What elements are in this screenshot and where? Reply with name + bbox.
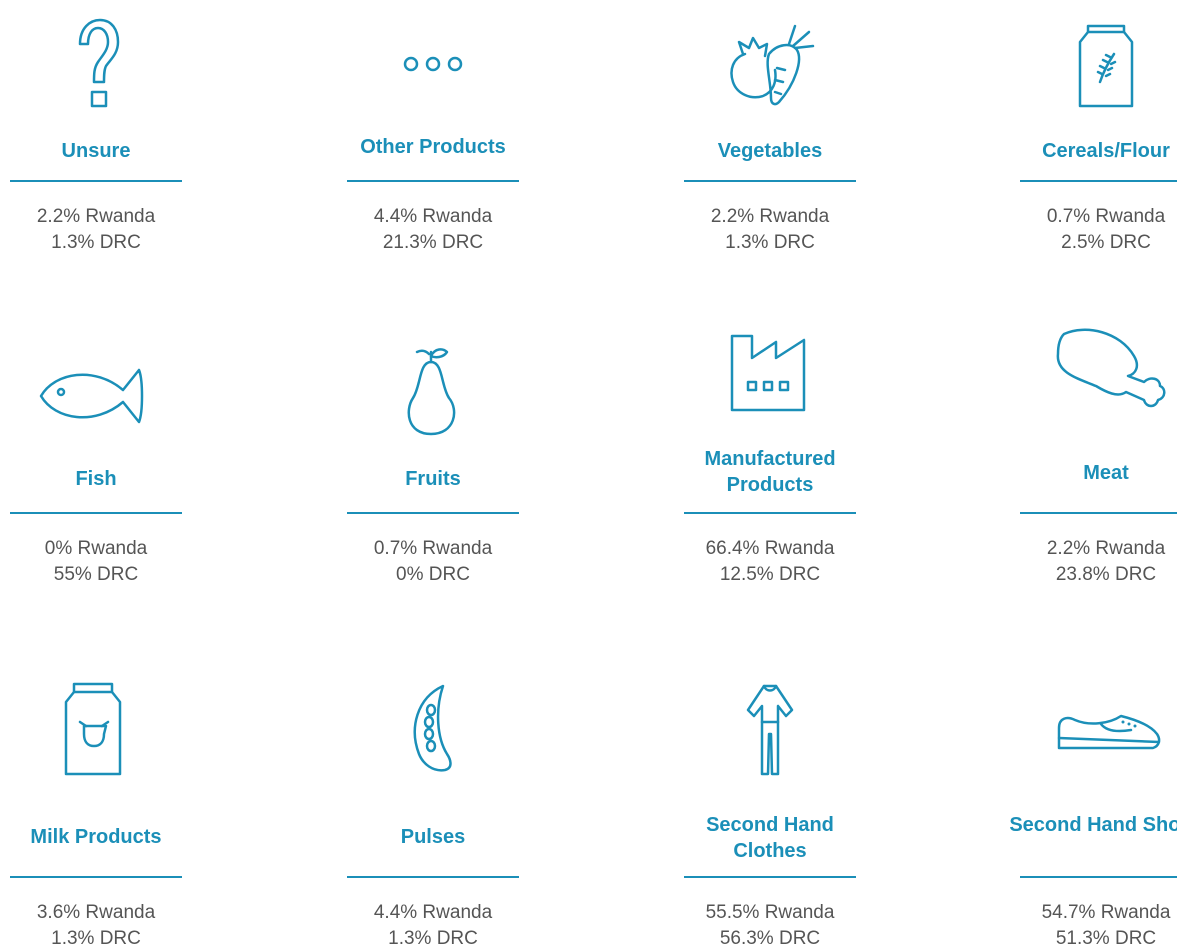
category-stats: 4.4% Rwanda 1.3% DRC [333,900,533,952]
rwanda-value: 0% Rwanda [44,538,148,559]
pea-pod-icon [333,680,533,790]
drc-value: 55% DRC [53,564,139,585]
divider [347,876,519,878]
divider [347,512,519,514]
rwanda-value: 2.2% Rwanda [710,206,830,227]
pear-icon [333,342,533,452]
drc-value: 1.3% DRC [51,928,141,949]
ellipsis-icon [333,14,533,124]
category-stats: 3.6% Rwanda 1.3% DRC [0,900,196,952]
category-stats: 54.7% Rwanda 51.3% DRC [1006,900,1177,952]
category-title: Cereals/Flour [1042,140,1170,162]
divider [1020,180,1177,182]
rwanda-value: 3.6% Rwanda [36,902,156,923]
category-title: Manufactured Products [704,448,836,496]
divider [684,512,856,514]
drc-value: 21.3% DRC [382,232,484,253]
drc-value: 12.5% DRC [719,564,821,585]
milk-carton-icon [0,678,196,788]
category-stats: 2.2% Rwanda 1.3% DRC [0,204,196,256]
rwanda-value: 2.2% Rwanda [36,206,156,227]
drc-value: 56.3% DRC [719,928,821,949]
category-stats: 0.7% Rwanda 0% DRC [333,536,533,588]
divider [1020,876,1177,878]
category-stats: 66.4% Rwanda 12.5% DRC [670,536,870,588]
category-title: Milk Products [30,826,162,848]
drc-value: 1.3% DRC [725,232,815,253]
factory-icon [670,324,870,434]
rwanda-value: 0.7% Rwanda [1046,206,1166,227]
divider [347,180,519,182]
drc-value: 1.3% DRC [51,232,141,253]
divider [10,512,182,514]
category-stats: 2.2% Rwanda 23.8% DRC [1006,536,1177,588]
rwanda-value: 2.2% Rwanda [1046,538,1166,559]
category-title: Unsure [61,140,131,162]
rwanda-value: 54.7% Rwanda [1041,902,1171,923]
fish-icon [0,342,196,452]
clothes-icon [670,682,870,792]
divider [684,180,856,182]
category-title: Pulses [400,826,466,848]
question-mark-icon [0,14,196,124]
drc-value: 23.8% DRC [1055,564,1157,585]
drc-value: 51.3% DRC [1055,928,1157,949]
category-title: Meat [1083,462,1129,484]
category-stats: 2.2% Rwanda 1.3% DRC [670,204,870,256]
rwanda-value: 4.4% Rwanda [373,902,493,923]
category-stats: 55.5% Rwanda 56.3% DRC [670,900,870,952]
shoe-icon [1006,682,1177,792]
divider [684,876,856,878]
divider [10,876,182,878]
category-title: Second Hand Clothes [706,814,834,862]
drc-value: 0% DRC [396,564,470,585]
category-stats: 0.7% Rwanda 2.5% DRC [1006,204,1177,256]
category-stats: 0% Rwanda 55% DRC [0,536,196,588]
category-title: Fruits [405,468,461,490]
rwanda-value: 4.4% Rwanda [373,206,493,227]
divider [10,180,182,182]
vegetables-icon [670,14,870,124]
chicken-leg-icon [1006,320,1177,430]
category-stats: 4.4% Rwanda 21.3% DRC [333,204,533,256]
rwanda-value: 66.4% Rwanda [705,538,835,559]
drc-value: 1.3% DRC [388,928,478,949]
rwanda-value: 0.7% Rwanda [373,538,493,559]
category-title: Fish [75,468,117,490]
drc-value: 2.5% DRC [1061,232,1151,253]
rwanda-value: 55.5% Rwanda [705,902,835,923]
category-title: Second Hand Shoes [1009,814,1177,836]
category-title: Vegetables [717,140,823,162]
flour-bag-icon [1006,14,1177,124]
divider [1020,512,1177,514]
category-title: Other Products [360,136,506,158]
